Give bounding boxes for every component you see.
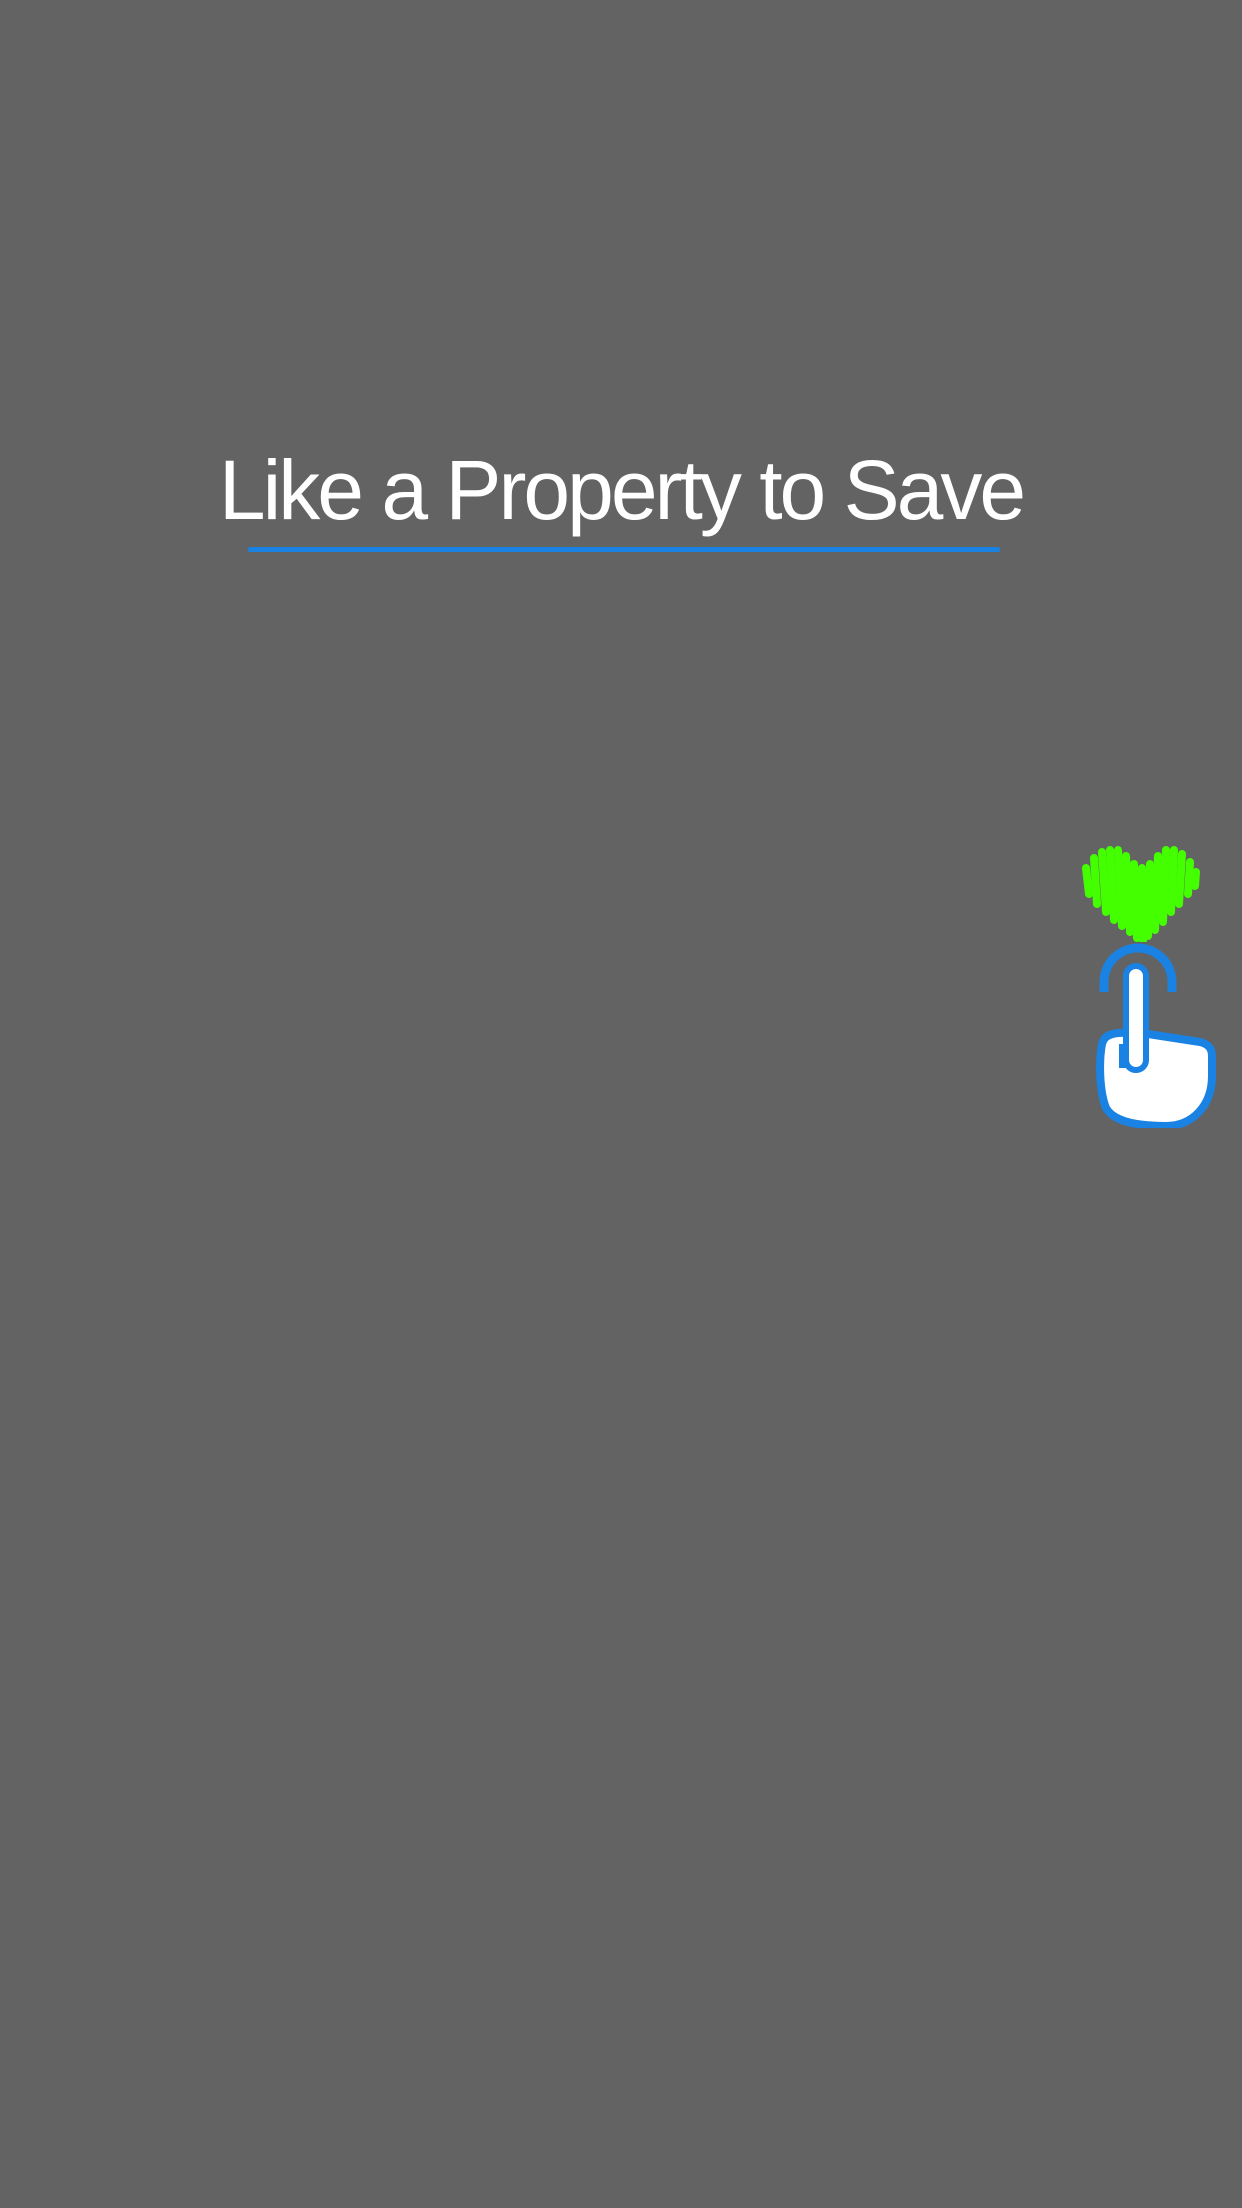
tutorial-overlay[interactable]: Like a Property to Save <box>0 0 1242 2208</box>
title-underline <box>248 547 1000 552</box>
tutorial-title: Like a Property to Save <box>218 443 1026 537</box>
tap-hand-icon <box>1096 943 1216 1128</box>
heart-icon[interactable] <box>1080 842 1202 942</box>
